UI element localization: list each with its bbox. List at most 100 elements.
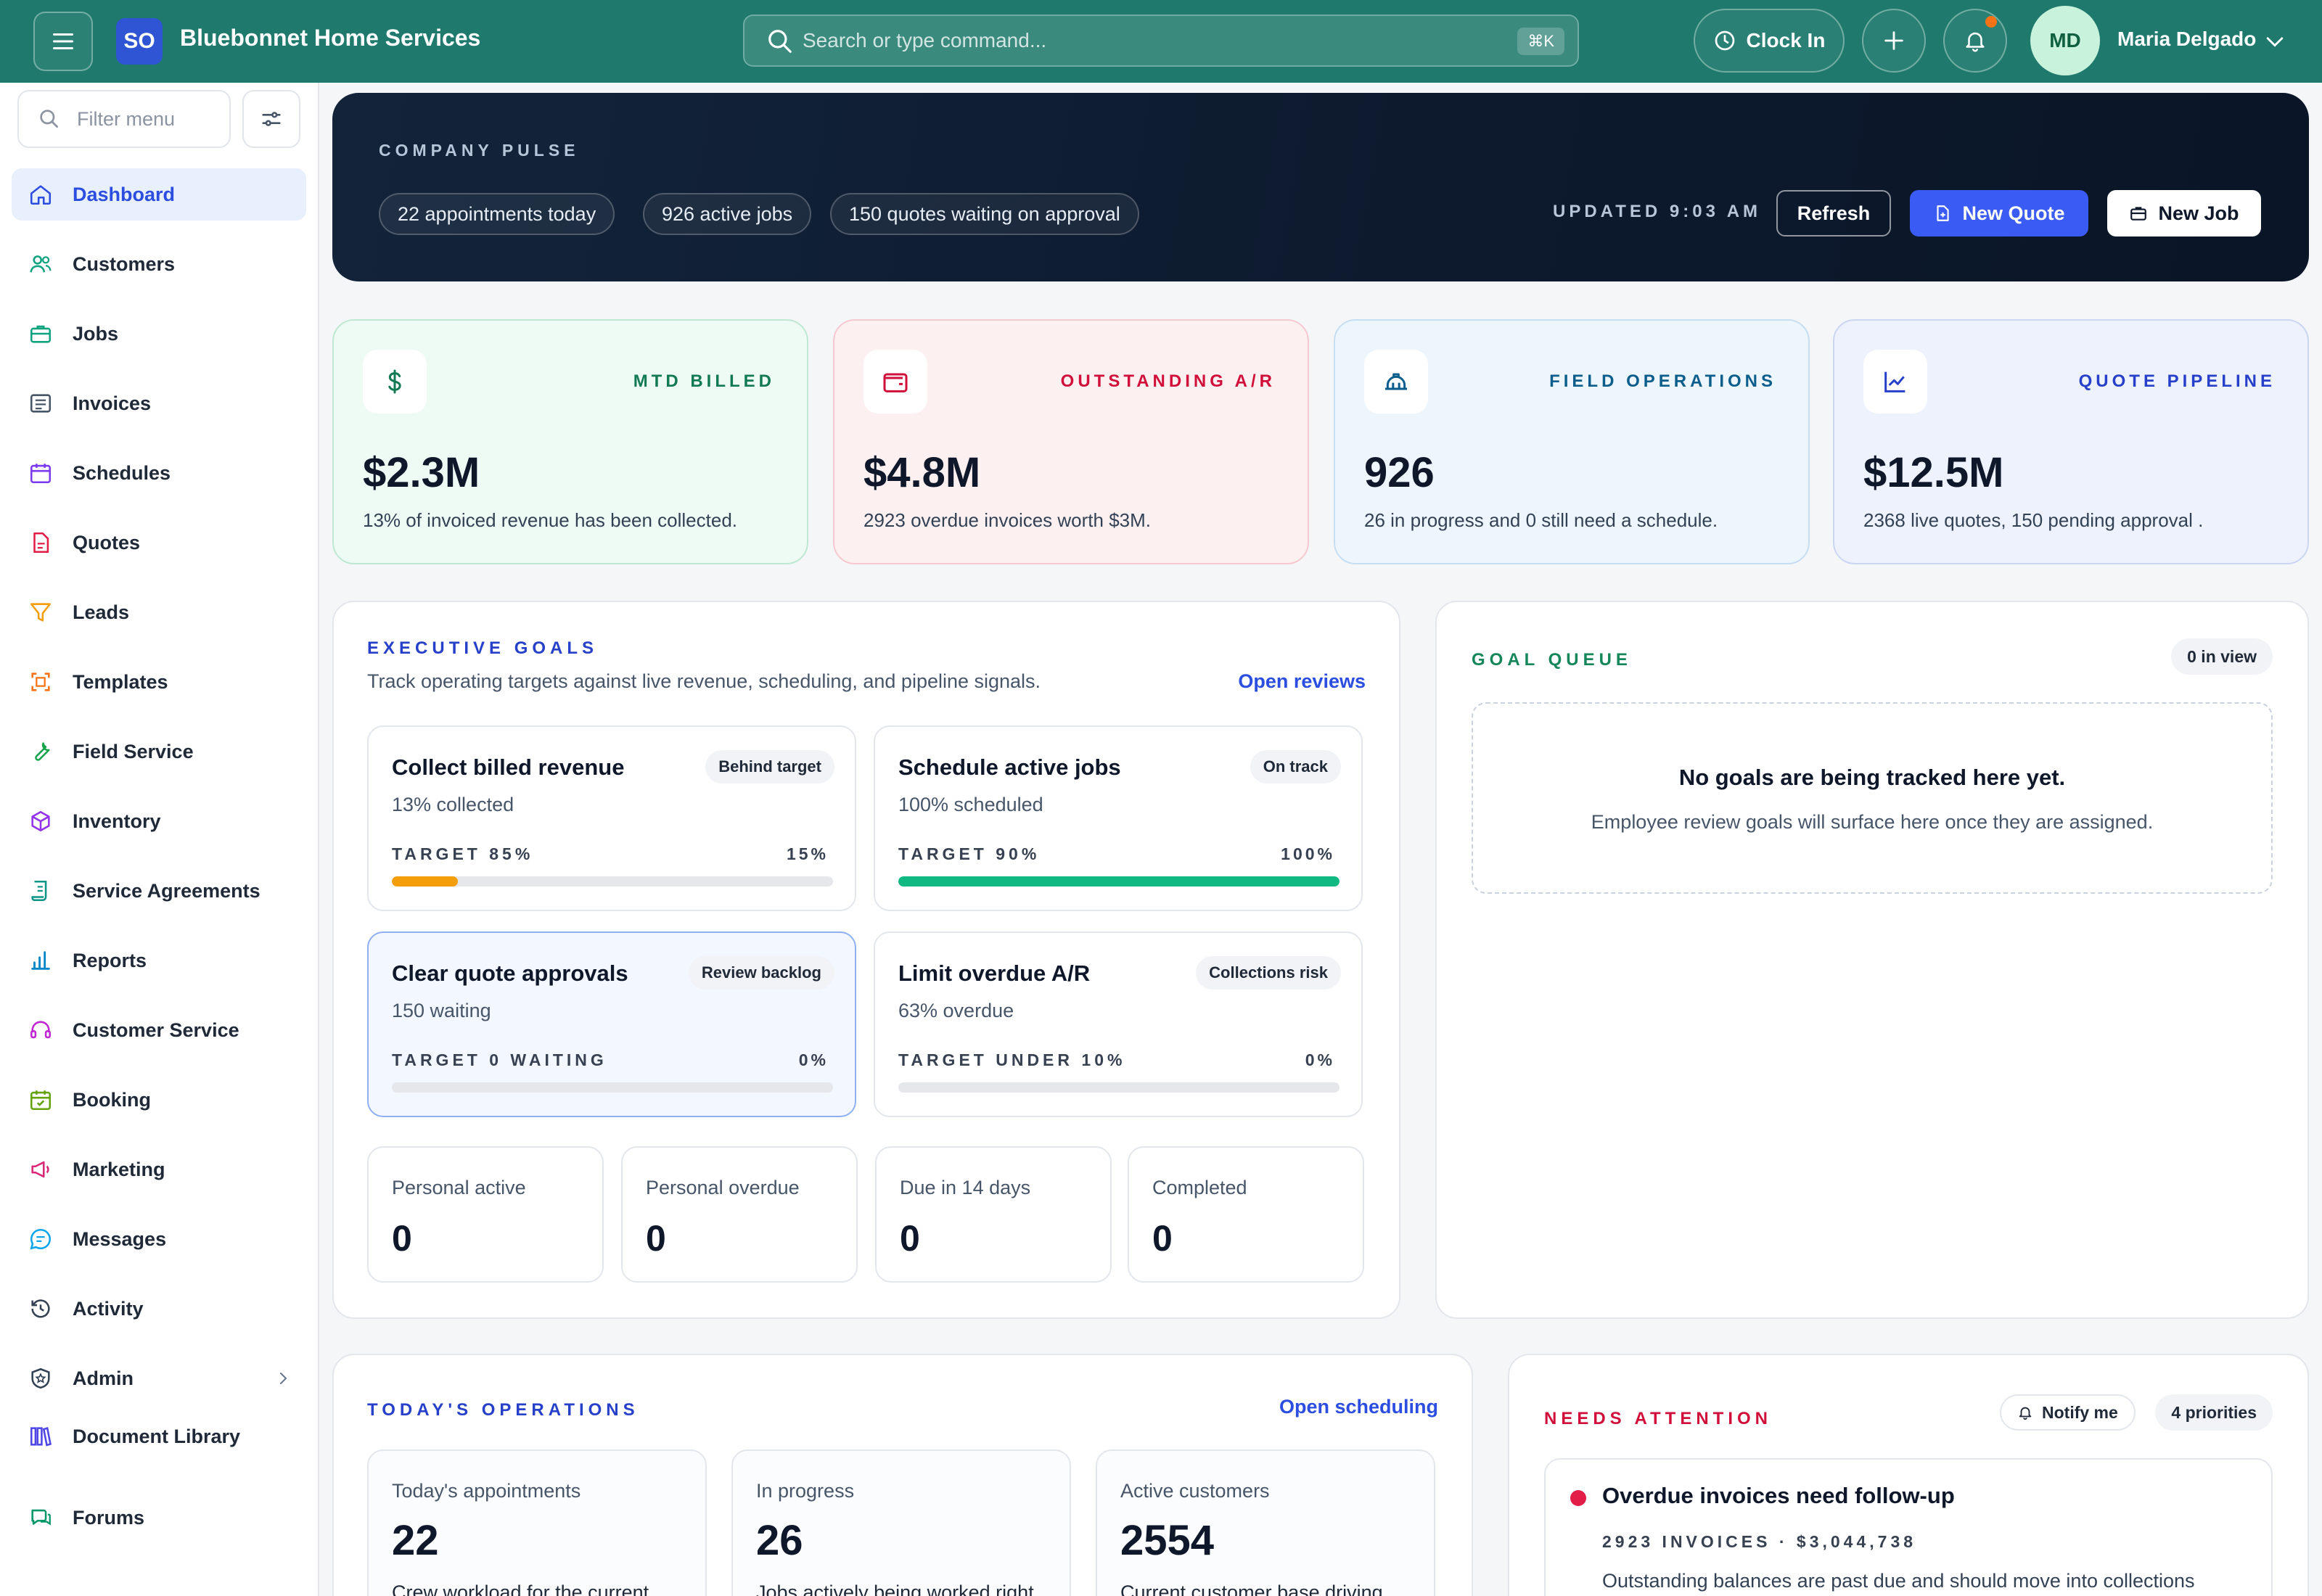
user-name[interactable]: Maria Delgado	[2117, 28, 2256, 51]
stat-personal-overdue[interactable]: Personal overdue 0	[621, 1146, 858, 1283]
sidebar-item-messages[interactable]: Messages	[12, 1213, 306, 1265]
sidebar-item-booking[interactable]: Booking	[12, 1074, 306, 1126]
goal-card-collect-revenue[interactable]: Collect billed revenue 13% collected Beh…	[367, 725, 856, 911]
kpi-card-outstanding-ar[interactable]: OUTSTANDING A/R $4.8M 2923 overdue invoi…	[833, 319, 1309, 564]
stat-label: Due in 14 days	[900, 1177, 1031, 1198]
kpi-card-mtd-billed[interactable]: MTD BILLED $2.3M 13% of invoiced revenue…	[332, 319, 808, 564]
invoice-icon	[28, 390, 54, 416]
refresh-button[interactable]: Refresh	[1776, 190, 1891, 236]
sidebar-item-templates[interactable]: Templates	[12, 656, 306, 708]
kpi-subtext: 2368 live quotes, 150 pending approval .	[1863, 509, 2204, 531]
kpi-value: $12.5M	[1863, 449, 2004, 496]
headset-icon	[28, 1017, 54, 1043]
op-card-active-customers[interactable]: Active customers 2554 Current customer b…	[1096, 1449, 1435, 1596]
users-icon	[28, 251, 54, 277]
op-value: 22	[392, 1517, 439, 1564]
search-icon	[40, 110, 58, 128]
goal-card-schedule-jobs[interactable]: Schedule active jobs 100% scheduled On t…	[874, 725, 1363, 911]
attention-item-overdue-invoices[interactable]: Overdue invoices need follow-up 2923 INV…	[1544, 1458, 2273, 1596]
sidebar-item-marketing[interactable]: Marketing	[12, 1143, 306, 1196]
goal-percent: 0%	[798, 1050, 829, 1069]
goal-progress-track	[898, 876, 1340, 887]
sidebar-item-label: Templates	[73, 670, 168, 693]
sidebar-item-leads[interactable]: Leads	[12, 586, 306, 638]
goal-title: Schedule active jobs	[898, 754, 1121, 780]
sidebar-item-document-library[interactable]: Document Library	[12, 1410, 306, 1463]
forum-icon	[28, 1505, 54, 1531]
sidebar-item-inventory[interactable]: Inventory	[12, 795, 306, 847]
goal-target: TARGET 90%	[898, 844, 1041, 863]
document-icon	[28, 530, 54, 556]
user-avatar[interactable]: MD	[2030, 6, 2100, 75]
op-card-in-progress[interactable]: In progress 26 Jobs actively being worke…	[731, 1449, 1071, 1596]
stat-value: 0	[900, 1218, 920, 1259]
clock-in-button[interactable]: Clock In	[1694, 9, 1845, 73]
megaphone-icon	[28, 1156, 54, 1182]
stat-label: Personal overdue	[646, 1177, 800, 1198]
sidebar-item-customer-service[interactable]: Customer Service	[12, 1004, 306, 1056]
sidebar-item-dashboard[interactable]: Dashboard	[12, 168, 306, 221]
chevron-right-icon[interactable]	[274, 1370, 292, 1387]
op-card-appointments[interactable]: Today's appointments 22 Crew workload fo…	[367, 1449, 707, 1596]
sidebar-item-reports[interactable]: Reports	[12, 934, 306, 987]
sidebar-item-quotes[interactable]: Quotes	[12, 517, 306, 569]
goal-queue-title: GOAL QUEUE	[1472, 650, 1632, 670]
box-icon	[28, 808, 54, 834]
sidebar-item-forums[interactable]: Forums	[12, 1492, 306, 1544]
pulse-chip-active-jobs[interactable]: 926 active jobs	[643, 193, 812, 235]
filter-menu-field[interactable]	[17, 90, 231, 148]
goal-progress-fill	[392, 876, 459, 887]
goal-queue-count-badge: 0 in view	[2171, 638, 2273, 675]
command-search[interactable]: ⌘K	[743, 15, 1579, 67]
kpi-card-quote-pipeline[interactable]: QUOTE PIPELINE $12.5M 2368 live quotes, …	[1833, 319, 2309, 564]
kpi-value: $4.8M	[863, 449, 981, 496]
new-job-button[interactable]: New Job	[2107, 190, 2261, 236]
last-updated-label: UPDATED 9:03 AM	[1553, 202, 1762, 221]
sidebar-item-invoices[interactable]: Invoices	[12, 377, 306, 429]
stat-due-14-days[interactable]: Due in 14 days 0	[875, 1146, 1112, 1283]
dollar-icon	[363, 350, 427, 414]
sliders-icon	[262, 112, 281, 126]
stat-completed[interactable]: Completed 0	[1128, 1146, 1364, 1283]
notify-me-button[interactable]: Notify me	[2000, 1394, 2136, 1431]
sidebar-item-customers[interactable]: Customers	[12, 238, 306, 290]
menu-toggle-button[interactable]	[33, 12, 93, 71]
filter-menu-input[interactable]	[77, 91, 222, 147]
stat-personal-active[interactable]: Personal active 0	[367, 1146, 604, 1283]
goal-status-text: 150 waiting	[392, 1000, 491, 1021]
sidebar-item-label: Invoices	[73, 392, 152, 414]
goal-progress-track	[392, 876, 833, 887]
quick-add-button[interactable]	[1862, 9, 1926, 73]
sidebar-item-activity[interactable]: Activity	[12, 1283, 306, 1335]
sidebar-item-field-service[interactable]: Field Service	[12, 725, 306, 778]
notification-dot	[1985, 16, 1997, 28]
goal-card-quote-approvals[interactable]: Clear quote approvals 150 waiting Review…	[367, 931, 856, 1117]
sidebar-item-jobs[interactable]: Jobs	[12, 308, 306, 360]
pulse-chip-quotes-waiting[interactable]: 150 quotes waiting on approval	[830, 193, 1139, 235]
goal-percent: 100%	[1281, 844, 1335, 863]
open-scheduling-link[interactable]: Open scheduling	[1279, 1396, 1438, 1418]
goal-title: Clear quote approvals	[392, 961, 628, 986]
notifications-button[interactable]	[1943, 9, 2007, 73]
sidebar-item-label: Inventory	[73, 810, 161, 832]
sidebar-item-service-agreements[interactable]: Service Agreements	[12, 865, 306, 917]
stat-value: 0	[1152, 1218, 1173, 1259]
pulse-chip-appointments[interactable]: 22 appointments today	[379, 193, 615, 235]
app-logo[interactable]: SO	[116, 18, 163, 65]
sidebar-item-admin[interactable]: Admin	[12, 1352, 306, 1404]
top-bar: SO Bluebonnet Home Services ⌘K Clock In …	[0, 0, 2322, 83]
goal-card-overdue-ar[interactable]: Limit overdue A/R 63% overdue Collection…	[874, 931, 1363, 1117]
sidebar-item-label: Admin	[73, 1367, 134, 1389]
needs-attention-title: NEEDS ATTENTION	[1544, 1409, 1773, 1428]
new-quote-button[interactable]: New Quote	[1910, 190, 2088, 236]
search-input[interactable]	[803, 16, 1456, 65]
kpi-card-field-operations[interactable]: FIELD OPERATIONS 926 26 in progress and …	[1334, 319, 1810, 564]
chevron-down-icon[interactable]	[2262, 29, 2287, 54]
funnel-icon	[28, 599, 54, 625]
calendar-check-icon	[28, 1087, 54, 1113]
menu-settings-button[interactable]	[242, 90, 300, 148]
sidebar-item-schedules[interactable]: Schedules	[12, 447, 306, 499]
open-reviews-link[interactable]: Open reviews	[1238, 670, 1366, 693]
sidebar-item-label: Marketing	[73, 1158, 165, 1180]
goal-status-text: 100% scheduled	[898, 794, 1043, 815]
